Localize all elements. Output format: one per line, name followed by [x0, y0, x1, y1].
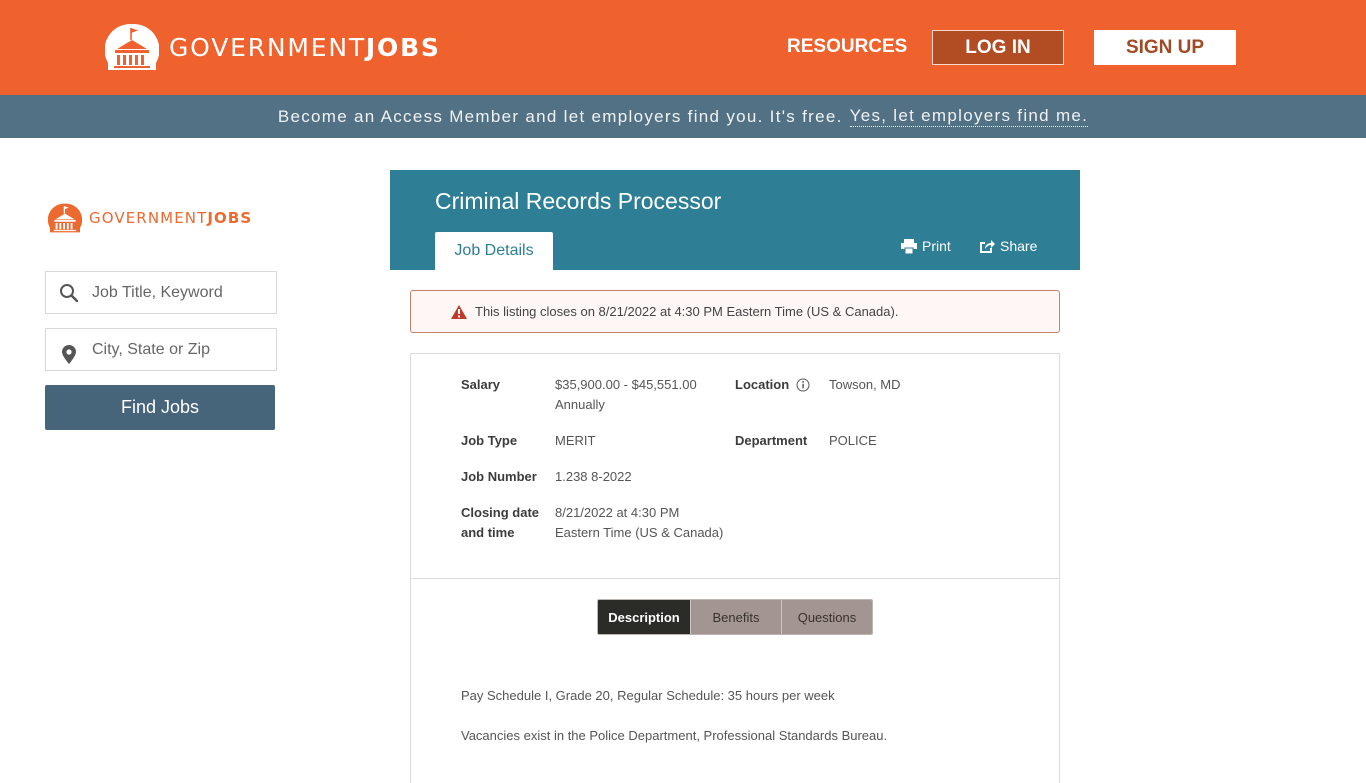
- content-tabs: Description Benefits Questions: [597, 599, 873, 635]
- location-input[interactable]: [92, 340, 272, 359]
- access-member-banner: Become an Access Member and let employer…: [0, 95, 1366, 138]
- closing-value-line1: 8/21/2022 at 4:30 PM: [555, 505, 680, 520]
- print-label: Print: [922, 238, 951, 254]
- access-member-link[interactable]: Yes, let employers find me.: [849, 106, 1089, 127]
- closing-label-line2: and time: [461, 525, 515, 540]
- info-icon[interactable]: [796, 378, 810, 392]
- login-button[interactable]: LOG IN: [932, 30, 1064, 65]
- share-button[interactable]: Share: [979, 238, 1037, 254]
- salary-value: $35,900.00 - $45,551.00: [555, 377, 697, 392]
- department-value: POLICE: [829, 433, 877, 448]
- job-type-value: MERIT: [555, 433, 596, 448]
- access-member-message: Become an Access Member and let employer…: [277, 106, 843, 126]
- job-type-label: Job Type: [461, 433, 518, 448]
- tab-description[interactable]: Description: [598, 600, 690, 634]
- job-details-card: Salary $35,900.00 - $45,551.00 Annually …: [410, 353, 1060, 783]
- description-paragraph: Vacancies exist in the Police Department…: [461, 728, 888, 743]
- printer-icon: [901, 238, 917, 254]
- keyword-search-field[interactable]: [45, 271, 277, 314]
- job-number-value: 1.238 8-2022: [555, 469, 632, 484]
- location-search-field[interactable]: [45, 328, 277, 371]
- capitol-logo-icon: [105, 23, 159, 70]
- logo-text: GOVERNMENTJOBS: [169, 32, 441, 62]
- location-value: Towson, MD: [829, 377, 901, 392]
- description-paragraph: Pay Schedule I, Grade 20, Regular Schedu…: [461, 688, 835, 703]
- department-label: Department: [735, 433, 808, 448]
- closing-alert: This listing closes on 8/21/2022 at 4:30…: [410, 290, 1060, 333]
- job-number-label: Job Number: [461, 469, 537, 484]
- closing-alert-text: This listing closes on 8/21/2022 at 4:30…: [475, 304, 899, 319]
- salary-period: Annually: [555, 397, 605, 412]
- job-title: Criminal Records Processor: [435, 188, 722, 214]
- site-logo[interactable]: GOVERNMENTJOBS: [105, 23, 441, 71]
- closing-label-line1: Closing date: [461, 505, 540, 520]
- map-pin-icon: [46, 334, 92, 366]
- site-header: GOVERNMENTJOBS RESOURCES LOG IN SIGN UP: [0, 0, 1366, 95]
- keyword-input[interactable]: [92, 283, 272, 302]
- tab-benefits[interactable]: Benefits: [690, 600, 781, 634]
- print-button[interactable]: Print: [901, 238, 951, 254]
- signup-button[interactable]: SIGN UP: [1094, 30, 1236, 65]
- find-jobs-button[interactable]: Find Jobs: [45, 385, 275, 430]
- capitol-logo-icon: [48, 203, 82, 233]
- location-label: Location: [735, 375, 810, 395]
- warning-icon: [451, 304, 467, 319]
- closing-value-line2: Eastern Time (US & Canada): [555, 525, 724, 540]
- tab-questions[interactable]: Questions: [781, 600, 872, 634]
- job-header: Criminal Records Processor Job Details P…: [390, 170, 1080, 270]
- tab-job-details[interactable]: Job Details: [435, 232, 553, 270]
- search-icon: [46, 283, 92, 303]
- share-label: Share: [1000, 238, 1038, 254]
- resources-link[interactable]: RESOURCES: [787, 36, 907, 58]
- sidebar-logo-text: GOVERNMENTJOBS: [89, 209, 253, 227]
- section-divider: [411, 578, 1059, 579]
- sidebar-logo[interactable]: GOVERNMENTJOBS: [48, 203, 252, 233]
- share-icon: [980, 239, 995, 253]
- salary-label: Salary: [461, 377, 501, 392]
